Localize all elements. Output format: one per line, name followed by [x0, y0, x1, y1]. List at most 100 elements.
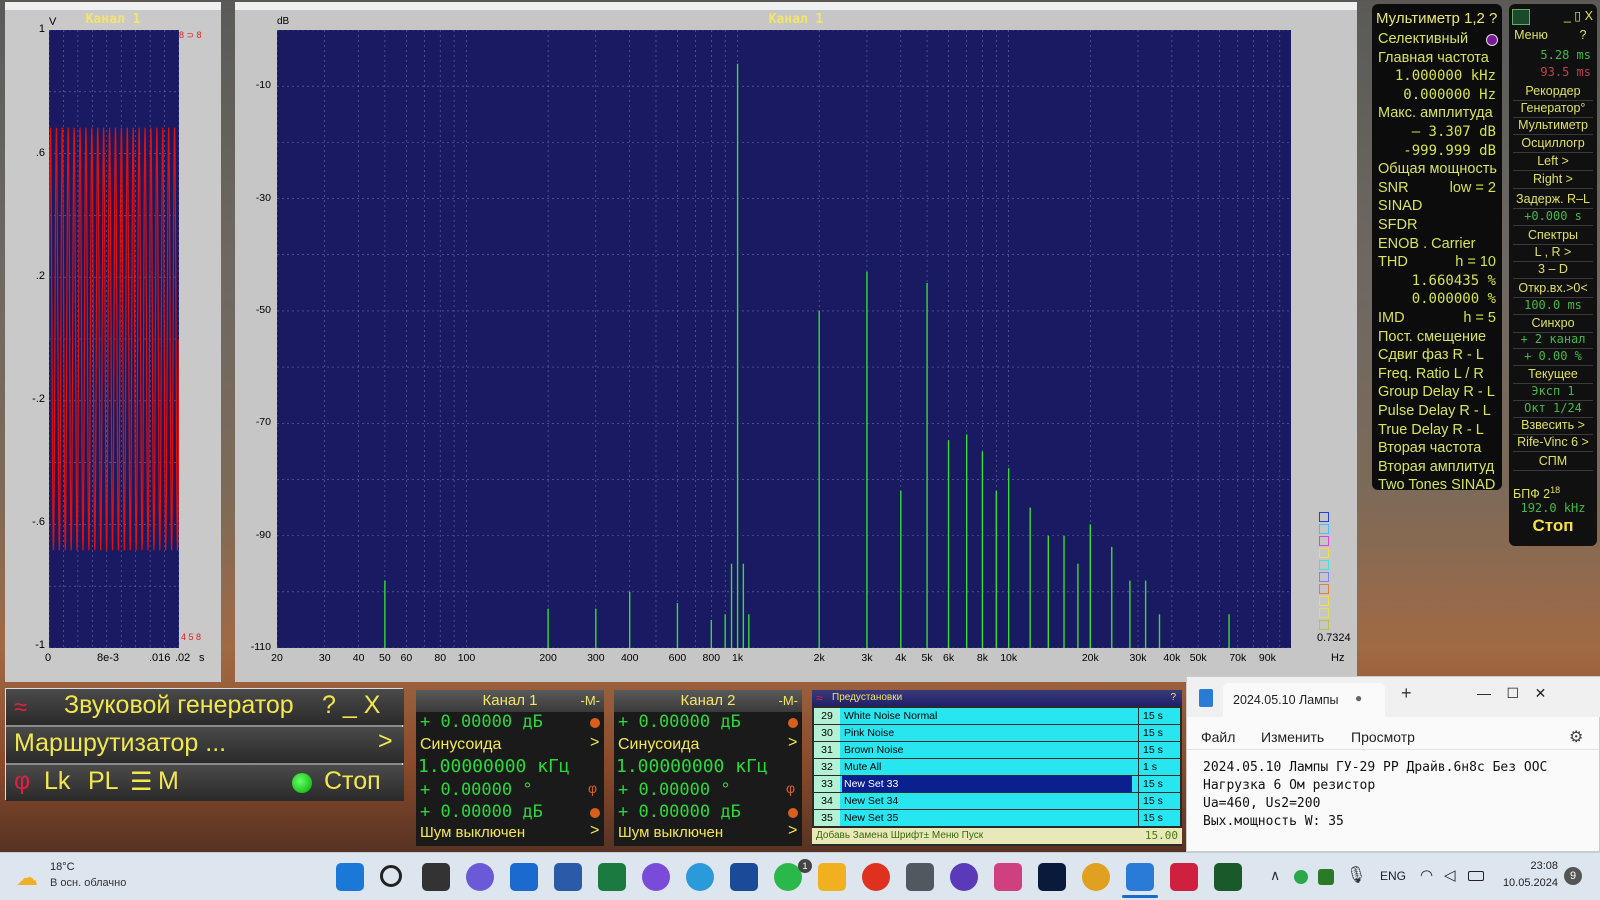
- preset-item[interactable]: 33 New Set 33 15 s: [814, 776, 1180, 792]
- clock-date[interactable]: 10.05.2024: [1490, 877, 1558, 889]
- menu-item[interactable]: Текущее: [1509, 367, 1597, 381]
- menu-item[interactable]: L , R >: [1509, 245, 1597, 259]
- telegram-icon[interactable]: [686, 863, 714, 891]
- channel-panel-1[interactable]: Канал 1 -M- + 0.00000 дБ Синусоида >1.000000…: [416, 690, 604, 846]
- menu-file[interactable]: Файл: [1201, 729, 1235, 745]
- menu-stop-button[interactable]: Стоп: [1509, 516, 1597, 536]
- menu-item[interactable]: СПМ: [1509, 454, 1597, 468]
- mm-row-label[interactable]: Общая мощность: [1378, 161, 1497, 177]
- mm-row-label[interactable]: Two Tones SINAD: [1378, 477, 1495, 490]
- wifi-icon[interactable]: ◠: [1420, 866, 1433, 884]
- menu-item[interactable]: Синхро: [1509, 316, 1597, 330]
- generator-title-buttons[interactable]: ? _ X: [322, 691, 380, 720]
- task-view-icon[interactable]: [422, 863, 450, 891]
- router-arrow-icon[interactable]: >: [378, 727, 393, 756]
- mm-row-label[interactable]: SINAD: [1378, 198, 1422, 214]
- window-controls[interactable]: _ ▯ X: [1539, 8, 1597, 23]
- mm-row-label[interactable]: Freq. Ratio L / R: [1378, 366, 1484, 382]
- menu-item[interactable]: Осциллогр: [1509, 136, 1597, 150]
- m-button[interactable]: M: [158, 767, 179, 796]
- channel-frequency[interactable]: 1.00000000 кГц: [418, 756, 570, 777]
- generator-stop-button[interactable]: Стоп: [324, 767, 381, 796]
- level-indicator-icon[interactable]: [788, 718, 798, 728]
- menu-item[interactable]: Взвесить >: [1509, 418, 1597, 432]
- snipping-icon[interactable]: [994, 863, 1022, 891]
- noise-arrow-icon[interactable]: >: [788, 822, 797, 840]
- selective-indicator[interactable]: [1486, 34, 1498, 46]
- menu-item[interactable]: Right >: [1509, 172, 1597, 186]
- oscilloscope-window[interactable]: Канал 1 V 8 ⊃ 8 1.6.2 -.2 -.6 -1 0 8e-3.016.…: [5, 2, 221, 682]
- spectrum-plot[interactable]: [277, 30, 1291, 648]
- preset-item[interactable]: 29 White Noise Normal 15 s: [814, 708, 1180, 724]
- calculator-icon[interactable]: [906, 863, 934, 891]
- tray-security-icon[interactable]: [1294, 870, 1308, 884]
- unsaved-dot-icon[interactable]: ●: [1355, 691, 1362, 705]
- notification-badge[interactable]: 9: [1564, 867, 1582, 885]
- fft-rate[interactable]: 192.0 kHz: [1509, 501, 1597, 515]
- viber-icon[interactable]: [642, 863, 670, 891]
- menu-item[interactable]: Задерж. R–L: [1509, 192, 1597, 206]
- noise-arrow-icon[interactable]: >: [590, 822, 599, 840]
- notepad-tab[interactable]: 2024.05.10 Лампы ●: [1223, 683, 1385, 717]
- mm-row-label[interactable]: Макс. амплитуда: [1378, 105, 1493, 121]
- channel-phase[interactable]: + 0.00000 °: [420, 780, 533, 800]
- photoshop-icon[interactable]: [1038, 863, 1066, 891]
- language-indicator[interactable]: ENG: [1380, 869, 1406, 883]
- menu-item[interactable]: Генератор°: [1509, 101, 1597, 115]
- amp-indicator-icon[interactable]: [590, 808, 600, 818]
- waveform-arrow-icon[interactable]: >: [590, 734, 599, 752]
- menu-item[interactable]: Рекордер: [1509, 84, 1597, 98]
- menu-item[interactable]: Мультиметр: [1509, 118, 1597, 132]
- trace-legend[interactable]: [1319, 512, 1331, 632]
- router-label[interactable]: Маршрутизатор ...: [14, 729, 226, 758]
- headphones-icon[interactable]: [950, 863, 978, 891]
- router-row[interactable]: Маршрутизатор ... >: [6, 727, 404, 763]
- presets-footer-actions[interactable]: Добавь Замена Шрифт± Меню Пуск: [816, 830, 983, 841]
- channel-phase[interactable]: + 0.00000 °: [618, 780, 731, 800]
- channel-level[interactable]: + 0.00000 дБ: [420, 712, 543, 732]
- presets-window[interactable]: ≈ Предустановки ? 29 White Noise Normal 15…: [812, 690, 1182, 846]
- notepad-text-area[interactable]: 2024.05.10 Лампы ГУ-29 PP Драйв.6н8с Без…: [1187, 749, 1599, 851]
- legend-box[interactable]: [1319, 548, 1329, 558]
- mm-row-label[interactable]: Сдвиг фаз R - L: [1378, 347, 1484, 363]
- legend-box[interactable]: [1319, 596, 1329, 606]
- menu-item[interactable]: Окт 1/24: [1509, 401, 1597, 415]
- menu-item[interactable]: Эксп 1: [1509, 384, 1597, 398]
- multimeter-title[interactable]: Мультиметр 1,2 ?: [1376, 10, 1497, 27]
- notepad-icon[interactable]: [1126, 863, 1154, 891]
- volume-icon[interactable]: ◁: [1444, 866, 1456, 884]
- spectrum-app-icon[interactable]: [1214, 863, 1242, 891]
- osc-plot[interactable]: [49, 30, 179, 648]
- mm-row-label[interactable]: Главная частота: [1378, 50, 1489, 66]
- channel-header[interactable]: Канал 2: [614, 690, 802, 712]
- menu-item[interactable]: + 2 канал: [1509, 332, 1597, 346]
- mm-row-label[interactable]: Вторая частота: [1378, 440, 1481, 456]
- mm-row-label[interactable]: SFDR: [1378, 217, 1417, 233]
- menu-item[interactable]: Откр.вх.>0<: [1509, 281, 1597, 295]
- mm-row-label[interactable]: IMD: [1378, 310, 1405, 326]
- channel-level[interactable]: + 0.00000 дБ: [618, 712, 741, 732]
- channel-header[interactable]: Канал 1: [416, 690, 604, 712]
- presets-help[interactable]: ?: [1170, 690, 1176, 706]
- mm-row-label[interactable]: ENOB . Carrier: [1378, 236, 1476, 252]
- generator-title-bar[interactable]: ≈ Звуковой генератор ? _ X: [6, 689, 404, 725]
- generator-app-icon[interactable]: [1170, 863, 1198, 891]
- mm-row-label[interactable]: Пост. смещение: [1378, 329, 1486, 345]
- legend-box[interactable]: [1319, 620, 1329, 630]
- noise-select[interactable]: Шум выключен: [420, 824, 525, 841]
- outlook-icon[interactable]: [510, 863, 538, 891]
- menu-item[interactable]: + 0.00 %: [1509, 349, 1597, 363]
- preset-item[interactable]: 30 Pink Noise 15 s: [814, 725, 1180, 741]
- run-indicator-icon[interactable]: [292, 773, 312, 793]
- microphone-icon[interactable]: 🎙: [1346, 865, 1366, 885]
- multimeter-panel[interactable]: Мультиметр 1,2 ? Селективный Главная част…: [1372, 4, 1502, 490]
- tray-chevron-icon[interactable]: ∧: [1270, 867, 1280, 884]
- yandex-icon[interactable]: [862, 863, 890, 891]
- mm-row-label[interactable]: True Delay R - L: [1378, 422, 1484, 438]
- mm-row-label[interactable]: Селективный: [1378, 31, 1468, 47]
- channel-amplitude[interactable]: + 0.00000 дБ: [420, 802, 543, 822]
- menu-button[interactable]: Меню: [1509, 28, 1553, 42]
- preset-item[interactable]: 35 New Set 35 15 s: [814, 810, 1180, 826]
- eq-button[interactable]: ☰: [130, 767, 152, 797]
- clock-time[interactable]: 23:08: [1498, 860, 1558, 872]
